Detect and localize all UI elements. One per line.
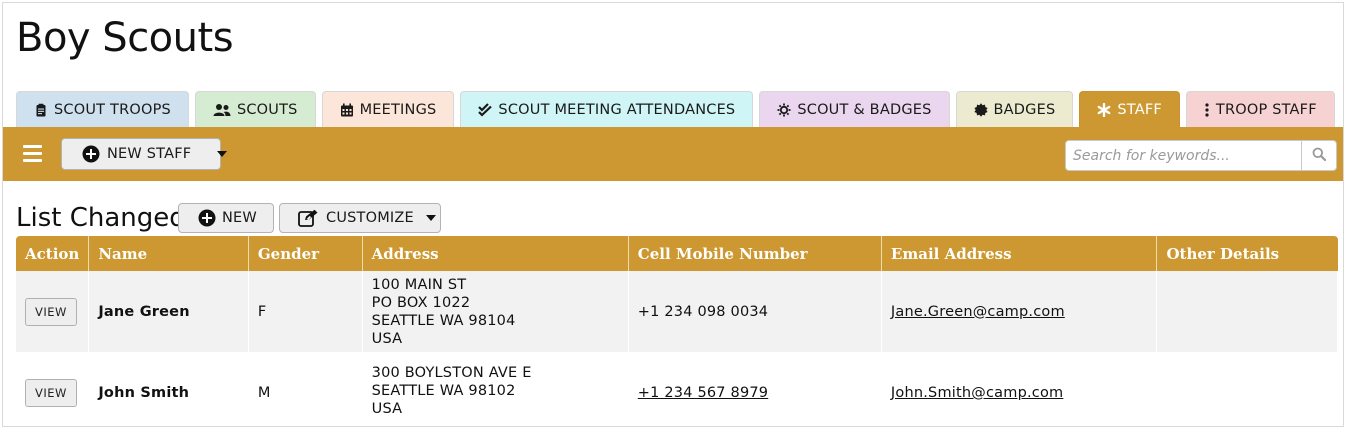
search-icon: [1312, 146, 1327, 165]
address-line: 300 BOYLSTON AVE E: [371, 365, 532, 381]
column-header[interactable]: Action: [16, 236, 90, 271]
column-header[interactable]: Email Address: [881, 236, 1158, 271]
name-cell: Jane Green: [88, 271, 249, 352]
tab-scouts[interactable]: SCOUTS: [194, 91, 316, 128]
column-header[interactable]: Gender: [248, 236, 363, 271]
tab-scout-and-badges[interactable]: SCOUT & BADGES: [759, 91, 950, 128]
tab-scout-troops[interactable]: SCOUT TROOPS: [16, 91, 189, 128]
phone-cell: +1 234 098 0034: [628, 271, 882, 352]
view-button[interactable]: VIEW: [25, 297, 77, 326]
customize-label: CUSTOMIZE: [326, 210, 414, 226]
address-line: USA: [371, 330, 403, 347]
search-box: [1065, 140, 1337, 171]
email-link[interactable]: Jane.Green@camp.com: [891, 304, 1065, 320]
view-button[interactable]: VIEW: [25, 379, 77, 407]
tab-label: BADGES: [993, 102, 1056, 118]
users-icon: [213, 103, 231, 117]
new-label: NEW: [222, 210, 257, 226]
search-input[interactable]: [1066, 141, 1301, 170]
tab-label: SCOUT MEETING ATTENDANCES: [498, 102, 736, 118]
address-line: SEATTLE WA 98102: [371, 383, 516, 399]
sun-icon: [777, 103, 791, 117]
vertical-ellipsis-icon: [1204, 103, 1210, 117]
certificate-icon: [973, 103, 988, 117]
search-button[interactable]: [1301, 141, 1336, 170]
tab-label: SCOUTS: [236, 102, 298, 118]
calendar-icon: [340, 103, 354, 117]
new-staff-label: NEW STAFF: [107, 146, 192, 162]
address-line: USA: [371, 401, 403, 417]
table-row: VIEW John Smith M 300 BOYLSTON AVE E SEA…: [16, 352, 1338, 426]
action-toolbar: NEW STAFF: [3, 127, 1343, 181]
address-cell: 100 MAIN ST PO BOX 1022 SEATTLE WA 98104…: [362, 271, 629, 352]
column-header[interactable]: Name: [88, 236, 249, 271]
customize-button[interactable]: CUSTOMIZE: [279, 203, 441, 233]
action-cell: VIEW: [16, 352, 90, 426]
address-line: SEATTLE WA 98104: [371, 312, 516, 329]
gender-cell: F: [248, 271, 363, 352]
phone-cell: +1 234 567 8979: [628, 352, 882, 426]
tab-troop-staff[interactable]: TROOP STAFF: [1185, 91, 1335, 128]
tab-staff[interactable]: STAFF: [1079, 91, 1180, 128]
double-check-icon: [478, 103, 493, 117]
email-cell: John.Smith@camp.com: [881, 352, 1158, 426]
address-line: PO BOX 1022: [371, 294, 471, 311]
tab-label: SCOUT TROOPS: [54, 102, 171, 118]
tab-label: MEETINGS: [359, 102, 437, 118]
plus-circle-icon: [198, 209, 216, 227]
name-cell: John Smith: [88, 352, 249, 426]
address-line: 100 MAIN ST: [371, 276, 467, 293]
tab-scout-meeting-attendances[interactable]: SCOUT MEETING ATTENDANCES: [460, 91, 754, 128]
staff-table: Action Name Gender Address Cell Mobile N…: [16, 236, 1338, 426]
table-header-row: Action Name Gender Address Cell Mobile N…: [16, 236, 1338, 271]
new-staff-button[interactable]: NEW STAFF: [61, 138, 228, 170]
tab-label: TROOP STAFF: [1215, 102, 1317, 118]
app-title: Boy Scouts: [16, 15, 234, 61]
asterisk-icon: [1097, 103, 1111, 117]
email-cell: Jane.Green@camp.com: [881, 271, 1158, 352]
action-cell: VIEW: [16, 271, 90, 352]
hamburger-icon[interactable]: [23, 145, 42, 163]
tab-badges[interactable]: BADGES: [955, 91, 1074, 128]
other-details-cell: [1156, 352, 1338, 426]
tab-bar: SCOUT TROOPS SCOUTS MEETINGS SCOUT MEETI…: [16, 91, 1341, 128]
phone-link[interactable]: +1 234 567 8979: [638, 385, 768, 401]
edit-icon: [298, 209, 320, 227]
other-details-cell: [1156, 271, 1338, 352]
column-header[interactable]: Other Details: [1156, 236, 1338, 271]
table-row: VIEW Jane Green F 100 MAIN ST PO BOX 102…: [16, 271, 1338, 352]
gender-cell: M: [248, 352, 363, 426]
column-header[interactable]: Address: [362, 236, 629, 271]
plus-circle-icon: [82, 145, 100, 163]
tab-meetings[interactable]: MEETINGS: [321, 91, 455, 128]
tab-label: SCOUT & BADGES: [797, 102, 932, 118]
new-button[interactable]: NEW: [178, 203, 274, 233]
chevron-down-icon: [425, 215, 436, 221]
clipboard-icon: [34, 103, 48, 117]
email-link[interactable]: John.Smith@camp.com: [891, 385, 1063, 401]
column-header[interactable]: Cell Mobile Number: [628, 236, 882, 271]
address-cell: 300 BOYLSTON AVE E SEATTLE WA 98102 USA: [362, 352, 629, 426]
app-window: Boy Scouts SCOUT TROOPS SCOUTS MEETINGS …: [2, 2, 1344, 427]
list-title: List Changed: [16, 203, 186, 233]
chevron-down-icon[interactable]: [217, 151, 228, 157]
tab-label: STAFF: [1117, 102, 1162, 118]
